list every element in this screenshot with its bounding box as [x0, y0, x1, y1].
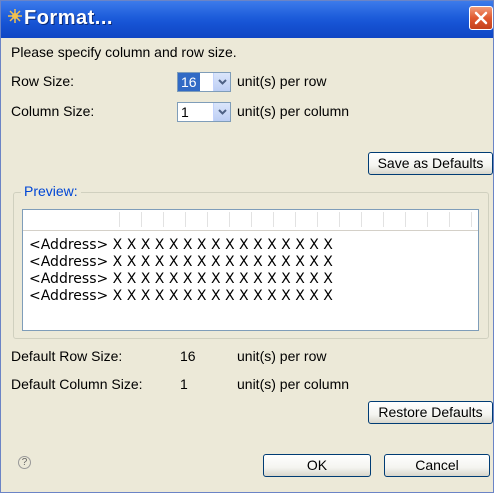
close-icon: [474, 11, 488, 25]
save-as-defaults-button[interactable]: Save as Defaults: [368, 152, 493, 175]
column-size-value: 1: [181, 104, 189, 120]
default-row-size-unit: unit(s) per row: [237, 348, 327, 364]
instructions-text: Please specify column and row size.: [11, 44, 237, 60]
chevron-down-icon[interactable]: [213, 73, 230, 91]
restore-defaults-button[interactable]: Restore Defaults: [368, 401, 493, 424]
column-size-unit: unit(s) per column: [237, 103, 350, 119]
column-size-label: Column Size:: [11, 103, 95, 119]
preview-row: <Address> X X X X X X X X X X X X X X X …: [29, 237, 333, 253]
row-size-label: Row Size:: [11, 73, 75, 89]
format-dialog: Format... Please specify column and row …: [0, 0, 494, 493]
row-size-value: 16: [178, 73, 200, 91]
default-column-size-unit: unit(s) per column: [237, 376, 350, 392]
row-size-unit: unit(s) per row: [237, 73, 327, 89]
title-bar[interactable]: Format...: [1, 1, 493, 38]
preview-row: <Address> X X X X X X X X X X X X X X X …: [29, 288, 333, 304]
help-icon[interactable]: ?: [18, 456, 31, 469]
preview-row: <Address> X X X X X X X X X X X X X X X …: [29, 271, 333, 287]
preview-label: Preview:: [21, 183, 81, 199]
preview-table[interactable]: <Address> X X X X X X X X X X X X X X X …: [22, 209, 479, 331]
ok-button[interactable]: OK: [263, 454, 371, 477]
default-column-size-value: 1: [180, 376, 188, 392]
default-row-size-value: 16: [180, 348, 196, 364]
default-row-size-label: Default Row Size:: [11, 348, 123, 364]
chevron-down-icon[interactable]: [213, 103, 230, 121]
app-icon: [8, 9, 22, 23]
dialog-title: Format...: [24, 7, 113, 29]
cancel-button[interactable]: Cancel: [384, 454, 490, 477]
preview-row: <Address> X X X X X X X X X X X X X X X …: [29, 254, 333, 270]
preview-header: [23, 210, 478, 231]
default-column-size-label: Default Column Size:: [11, 376, 143, 392]
row-size-select[interactable]: 16: [177, 72, 231, 92]
column-size-select[interactable]: 1: [177, 102, 231, 122]
close-button[interactable]: [469, 6, 493, 30]
